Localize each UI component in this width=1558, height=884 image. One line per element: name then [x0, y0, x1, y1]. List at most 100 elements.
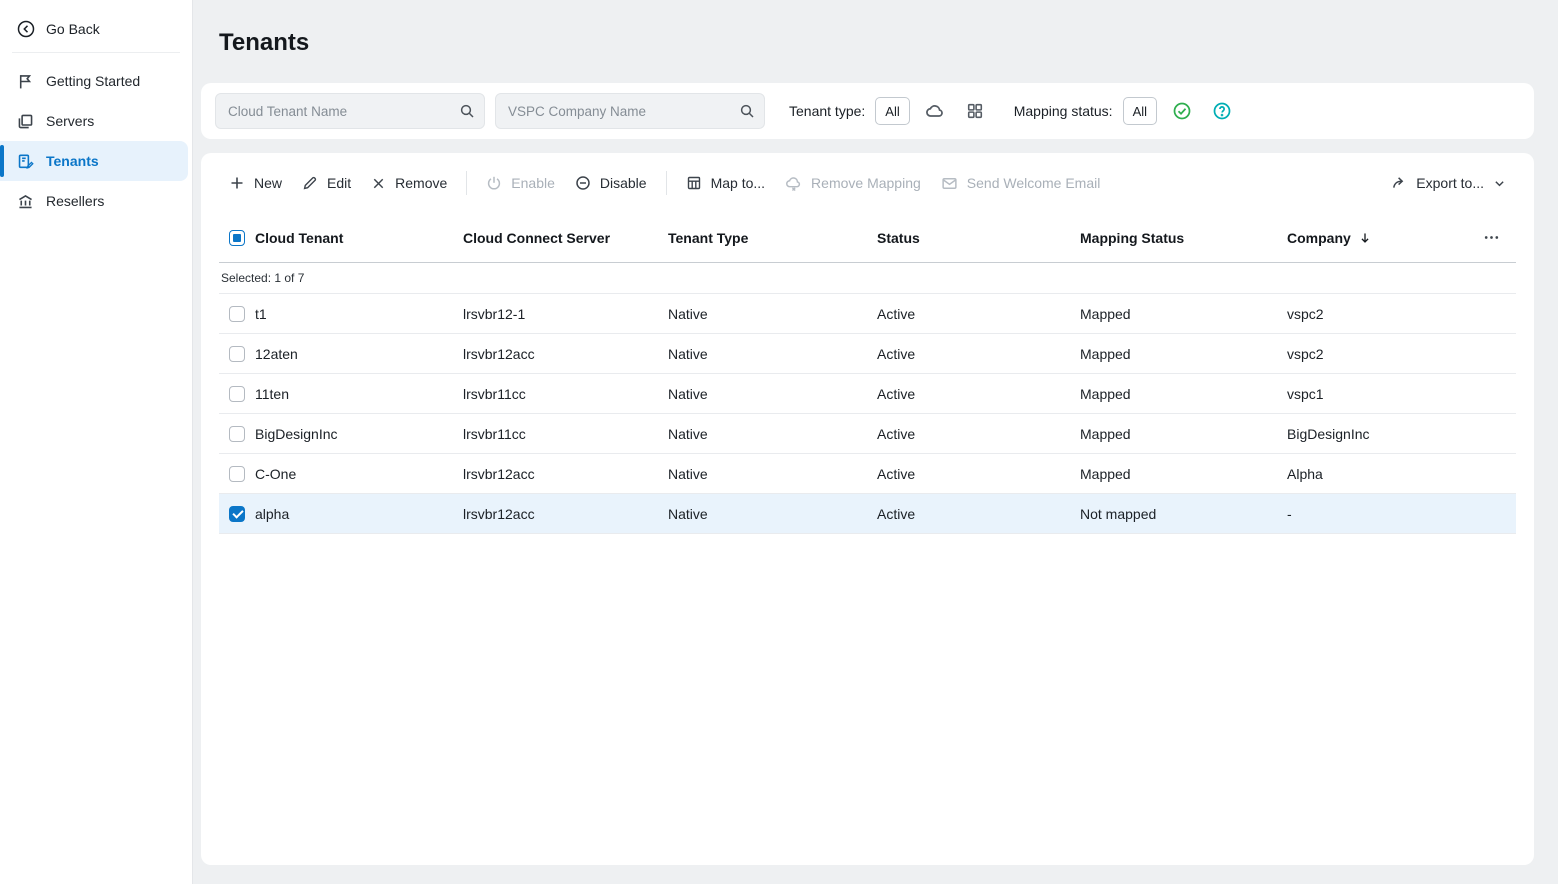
vspc-company-search-input[interactable]: [495, 93, 765, 129]
select-all-checkbox[interactable]: [229, 229, 245, 246]
cell-cloud-connect-server: lrsvbr12-1: [463, 305, 526, 322]
send-welcome-email-button[interactable]: Send Welcome Email: [931, 167, 1111, 200]
cell-company: BigDesignInc: [1287, 425, 1370, 442]
disable-button[interactable]: Disable: [565, 167, 657, 199]
cell-company: Alpha: [1287, 465, 1323, 482]
toolbar-separator: [665, 171, 667, 195]
cell-mapping-status: Mapped: [1080, 465, 1131, 482]
row-checkbox[interactable]: [229, 345, 245, 362]
main-content: Tenants Tenant type: All Mapping status:…: [193, 0, 1558, 884]
table-row[interactable]: 11ten lrsvbr11cc Native Active Mapped vs…: [219, 374, 1516, 414]
column-header-mapping-status[interactable]: Mapping Status: [1080, 230, 1287, 246]
column-header-cloud-tenant[interactable]: Cloud Tenant: [255, 230, 463, 246]
back-circle-icon: [16, 19, 36, 39]
row-checkbox[interactable]: [229, 505, 245, 522]
cell-status: Active: [877, 345, 916, 362]
tenant-type-all-button[interactable]: All: [875, 97, 910, 125]
tenants-card: New Edit Remove Enable Disable Map to...…: [201, 153, 1534, 865]
cell-mapping-status: Mapped: [1080, 345, 1131, 362]
table-row[interactable]: BigDesignInc lrsvbr11cc Native Active Ma…: [219, 414, 1516, 454]
row-checkbox[interactable]: [229, 305, 245, 322]
table-row[interactable]: C-One lrsvbr12acc Native Active Mapped A…: [219, 454, 1516, 494]
page-title: Tenants: [219, 29, 310, 56]
cell-status: Active: [877, 425, 916, 442]
servers-icon: [16, 113, 34, 130]
cell-company: vspc2: [1287, 345, 1324, 362]
export-arrow-icon: [1391, 175, 1407, 191]
table-row[interactable]: alpha lrsvbr12acc Native Active Not mapp…: [219, 494, 1516, 534]
sidebar-divider: [12, 52, 180, 53]
cell-mapping-status: Not mapped: [1080, 505, 1157, 522]
sidebar-item-label: Getting Started: [46, 73, 141, 89]
vspc-company-search: [495, 93, 765, 129]
cell-cloud-connect-server: lrsvbr11cc: [463, 385, 526, 402]
new-button[interactable]: New: [219, 167, 292, 199]
tenants-icon: [16, 153, 34, 170]
mapping-status-label: Mapping status:: [1013, 103, 1113, 119]
table-row[interactable]: t1 lrsvbr12-1 Native Active Mapped vspc2: [219, 294, 1516, 334]
remove-button[interactable]: Remove: [361, 167, 457, 199]
power-icon: [486, 175, 502, 191]
plus-icon: [229, 175, 245, 191]
tenant-type-cloud-filter-icon[interactable]: [920, 97, 950, 125]
edit-button[interactable]: Edit: [292, 167, 361, 199]
sidebar: Go Back Getting Started Servers Tenants …: [0, 0, 193, 884]
cell-status: Active: [877, 505, 916, 522]
selection-summary-row: Selected: 1 of 7: [219, 263, 1516, 294]
enable-button[interactable]: Enable: [476, 167, 565, 199]
sidebar-item-getting-started[interactable]: Getting Started: [0, 61, 188, 101]
cell-cloud-tenant: alpha: [255, 505, 290, 522]
cell-company: vspc1: [1287, 385, 1324, 402]
cloud-tenant-search-input[interactable]: [215, 93, 485, 129]
go-back-button[interactable]: Go Back: [0, 8, 192, 50]
mapped-filter-check-icon[interactable]: [1167, 97, 1197, 125]
sidebar-item-servers[interactable]: Servers: [0, 101, 188, 141]
toolbar-separator: [466, 171, 468, 195]
column-options-icon[interactable]: [1476, 229, 1516, 246]
toolbar: New Edit Remove Enable Disable Map to...…: [219, 153, 1516, 213]
column-header-company[interactable]: Company: [1287, 230, 1476, 246]
table-row[interactable]: 12aten lrsvbr12acc Native Active Mapped …: [219, 334, 1516, 374]
cell-cloud-connect-server: lrsvbr12acc: [463, 465, 535, 482]
cross-icon: [371, 176, 386, 191]
map-to-button[interactable]: Map to...: [676, 167, 775, 199]
cell-company: -: [1287, 505, 1292, 522]
cloud-tenant-search: [215, 93, 485, 129]
flag-icon: [16, 73, 34, 90]
cell-company: vspc2: [1287, 305, 1324, 322]
sidebar-item-label: Servers: [46, 113, 95, 129]
cell-tenant-type: Native: [668, 465, 708, 482]
column-header-status[interactable]: Status: [877, 230, 1080, 246]
cell-cloud-tenant: t1: [255, 305, 267, 322]
remove-mapping-button[interactable]: Remove Mapping: [775, 167, 931, 200]
cell-mapping-status: Mapped: [1080, 305, 1131, 322]
minus-circle-icon: [575, 175, 591, 191]
row-checkbox[interactable]: [229, 425, 245, 442]
go-back-label: Go Back: [46, 21, 100, 37]
cell-cloud-tenant: 11ten: [255, 385, 289, 402]
cloud-remove-icon: [785, 175, 802, 192]
cell-status: Active: [877, 465, 916, 482]
cell-cloud-tenant: 12aten: [255, 345, 298, 362]
not-mapped-filter-question-icon[interactable]: [1207, 97, 1237, 125]
filter-bar: Tenant type: All Mapping status: All: [201, 83, 1534, 139]
sort-descending-icon: [1358, 231, 1372, 245]
resellers-icon: [16, 193, 34, 210]
mapping-status-all-button[interactable]: All: [1122, 97, 1158, 125]
tenant-type-vcd-filter-icon[interactable]: [960, 97, 990, 125]
sidebar-item-tenants[interactable]: Tenants: [0, 141, 188, 181]
map-to-icon: [686, 175, 702, 191]
cell-status: Active: [877, 385, 916, 402]
cell-status: Active: [877, 305, 916, 322]
cell-mapping-status: Mapped: [1080, 385, 1131, 402]
sidebar-item-resellers[interactable]: Resellers: [0, 181, 188, 221]
column-header-tenant-type[interactable]: Tenant Type: [668, 230, 877, 246]
search-icon: [739, 103, 755, 119]
cell-cloud-connect-server: lrsvbr12acc: [463, 345, 535, 362]
envelope-icon: [941, 175, 958, 192]
row-checkbox[interactable]: [229, 465, 245, 482]
export-button[interactable]: Export to...: [1381, 167, 1516, 199]
row-checkbox[interactable]: [229, 385, 245, 402]
pencil-icon: [302, 175, 318, 191]
column-header-cloud-connect-server[interactable]: Cloud Connect Server: [463, 230, 668, 246]
